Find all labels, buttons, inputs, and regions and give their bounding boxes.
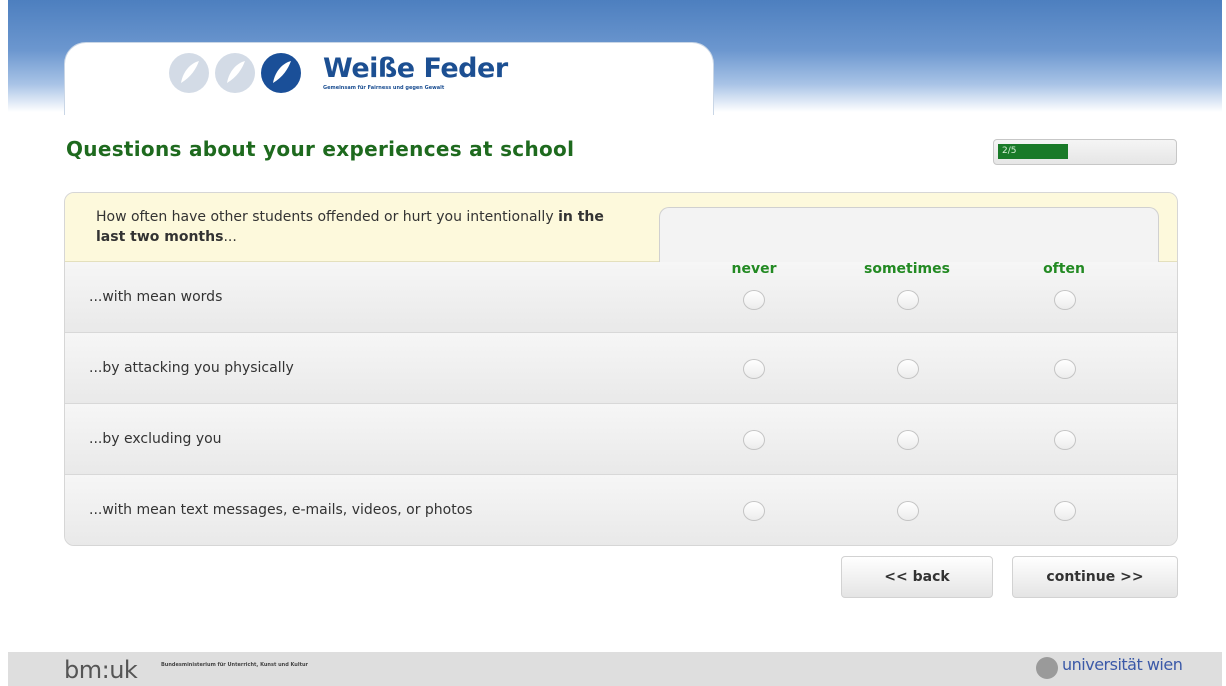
row-label: ...by attacking you physically <box>89 360 294 376</box>
row-label: ...with mean words <box>89 289 223 305</box>
page-title: Questions about your experiences at scho… <box>66 137 575 161</box>
brand-tagline: Gemeinsam für Fairness und gegen Gewalt <box>323 85 445 91</box>
feather-icon <box>215 53 255 93</box>
progress-bar: 2/5 <box>993 139 1177 165</box>
feather-icon <box>169 53 209 93</box>
radio-often[interactable] <box>1054 501 1076 521</box>
radio-sometimes[interactable] <box>897 430 919 450</box>
radio-often[interactable] <box>1054 430 1076 450</box>
question-row: ...by attacking you physically <box>65 333 1177 404</box>
question-row: ...by excluding you <box>65 404 1177 475</box>
answer-header-tab <box>659 207 1159 264</box>
university-seal-icon <box>1036 657 1058 679</box>
row-label: ...by excluding you <box>89 431 222 447</box>
brand-name: Weiße Feder <box>323 53 508 84</box>
column-header-sometimes: sometimes <box>864 261 950 277</box>
radio-often[interactable] <box>1054 359 1076 379</box>
column-header-often: often <box>1043 261 1085 277</box>
university-logo: universität wien <box>1062 655 1183 674</box>
radio-sometimes[interactable] <box>897 359 919 379</box>
continue-button[interactable]: continue >> <box>1012 556 1178 598</box>
back-button[interactable]: << back <box>841 556 993 598</box>
radio-sometimes[interactable] <box>897 501 919 521</box>
radio-never[interactable] <box>743 359 765 379</box>
question-box: How often have other students offended o… <box>64 192 1178 546</box>
survey-window: Weiße Feder Gemeinsam für Fairness und g… <box>0 0 1226 686</box>
logo-tab: Weiße Feder Gemeinsam für Fairness und g… <box>64 42 714 115</box>
radio-never[interactable] <box>743 501 765 521</box>
feather-logo-icon <box>261 53 301 93</box>
footer: bm:uk Bundesministerium für Unterricht, … <box>8 652 1222 686</box>
question-header: How often have other students offended o… <box>65 193 1177 264</box>
radio-sometimes[interactable] <box>897 290 919 310</box>
progress-text: 2/5 <box>1002 146 1017 156</box>
question-text: How often have other students offended o… <box>96 209 604 245</box>
column-header-never: never <box>731 261 777 277</box>
radio-never[interactable] <box>743 430 765 450</box>
question-row: ...with mean text messages, e-mails, vid… <box>65 475 1177 545</box>
bmuk-logo: bm:uk <box>64 656 138 684</box>
radio-often[interactable] <box>1054 290 1076 310</box>
bmuk-subtitle: Bundesministerium für Unterricht, Kunst … <box>161 662 308 668</box>
row-label: ...with mean text messages, e-mails, vid… <box>89 502 473 518</box>
radio-never[interactable] <box>743 290 765 310</box>
